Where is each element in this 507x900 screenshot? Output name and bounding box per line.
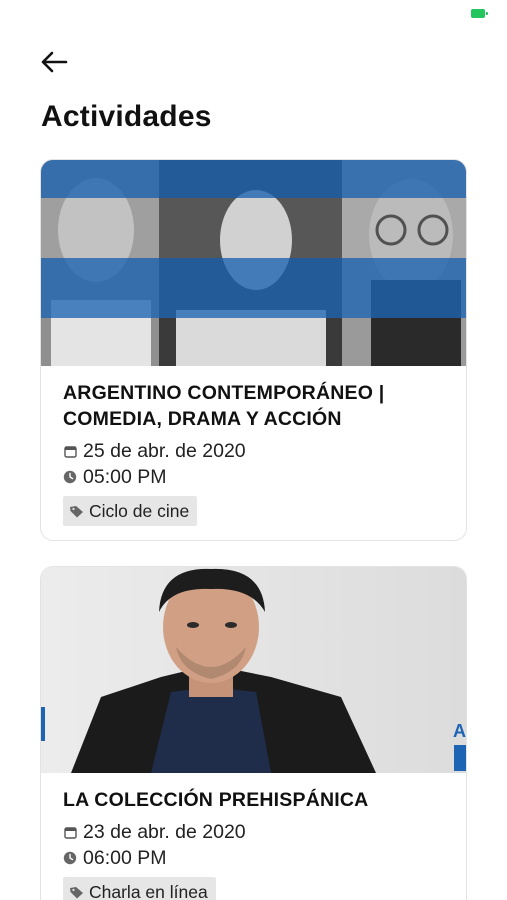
tag-icon: [69, 504, 85, 518]
activity-date: 23 de abr. de 2020: [83, 820, 246, 843]
activity-title: LA COLECCIÓN PREHISPÁNICA: [63, 789, 369, 811]
calendar-icon: [63, 444, 77, 458]
activity-time-row: 05:00 PM: [63, 464, 444, 490]
activity-image: A: [41, 567, 466, 773]
activity-time: 06:00 PM: [83, 846, 167, 869]
activity-card-body: ARGENTINO CONTEMPORÁNEO | COMEDIA, DRAMA…: [41, 366, 466, 526]
activity-card[interactable]: ARGENTINO CONTEMPORÁNEO | COMEDIA, DRAMA…: [41, 160, 466, 540]
activity-date-row: 25 de abr. de 2020: [63, 438, 444, 464]
svg-text:A: A: [453, 721, 466, 741]
clock-icon: [63, 470, 77, 484]
back-button[interactable]: [34, 42, 74, 82]
battery-icon: [471, 9, 488, 18]
category-tag: Charla en línea: [63, 877, 216, 900]
activity-time: 05:00 PM: [83, 465, 167, 488]
calendar-icon: [63, 825, 77, 839]
activity-time-row: 06:00 PM: [63, 845, 444, 871]
activity-card-body: LA COLECCIÓN PREHISPÁNICA 23 de abr. de …: [41, 773, 466, 900]
activity-date: 25 de abr. de 2020: [83, 439, 246, 462]
page-title: Actividades: [41, 100, 212, 133]
category-label: Ciclo de cine: [89, 500, 190, 521]
category-label: Charla en línea: [89, 881, 208, 900]
activity-image: [41, 160, 466, 366]
activity-title: ARGENTINO CONTEMPORÁNEO | COMEDIA, DRAMA…: [63, 382, 385, 430]
category-tag: Ciclo de cine: [63, 496, 198, 526]
clock-icon: [63, 851, 77, 865]
activity-date-row: 23 de abr. de 2020: [63, 819, 444, 845]
activity-card[interactable]: A LA COLECCIÓN PREHISPÁNICA 23 de abr. d…: [41, 567, 466, 900]
activities-screen: Actividades ARGENTINO CONTEMPORÁNEO | CO…: [0, 0, 507, 900]
status-bar: [0, 0, 507, 28]
arrow-left-icon: [41, 51, 68, 73]
tag-icon: [69, 885, 85, 899]
